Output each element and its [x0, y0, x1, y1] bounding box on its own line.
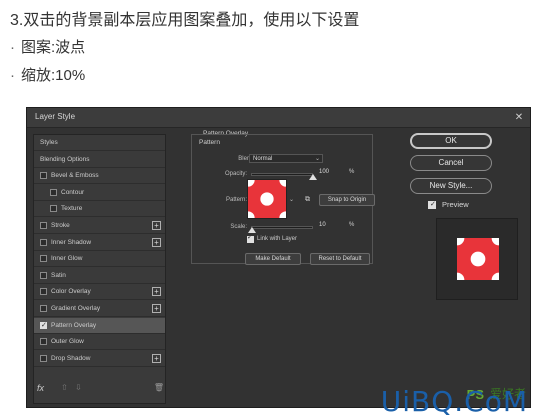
- style-item-label: Drop Shadow: [51, 354, 91, 362]
- style-item[interactable]: Texture: [34, 201, 165, 218]
- style-item-label: Stroke: [51, 222, 70, 229]
- style-item-label: Inner Shadow: [51, 238, 92, 246]
- reset-to-default-button[interactable]: Reset to Default: [310, 253, 370, 265]
- instruction-item-scale: · 缩放:10%: [10, 64, 85, 85]
- style-checkbox[interactable]: [40, 238, 47, 246]
- style-item-label: Contour: [61, 188, 85, 196]
- style-item-label: Satin: [51, 271, 66, 279]
- style-item[interactable]: Stroke +: [34, 218, 165, 234]
- style-item-label: Blending Options: [40, 155, 90, 163]
- chevron-down-icon: ⌄: [314, 156, 320, 162]
- style-checkbox[interactable]: [40, 172, 47, 180]
- style-item[interactable]: Color Overlay +: [34, 284, 165, 301]
- subgroup-title: Pattern: [199, 139, 220, 146]
- style-item[interactable]: Outer Glow: [34, 334, 165, 351]
- watermark: PS 爱好者 UiBQ.CoM: [370, 385, 540, 418]
- add-effect-icon[interactable]: +: [152, 353, 161, 363]
- style-checkbox[interactable]: [50, 205, 57, 213]
- style-checkbox[interactable]: [40, 255, 47, 263]
- style-list: Styles Blending Options Bevel & Emboss Cont…: [33, 134, 166, 404]
- style-checkbox[interactable]: [40, 338, 47, 346]
- style-checkbox[interactable]: [50, 188, 57, 196]
- snap-to-origin-button[interactable]: Snap to Origin: [319, 194, 375, 206]
- fx-icon[interactable]: fx: [37, 383, 44, 393]
- scale-input[interactable]: 10: [319, 221, 337, 230]
- style-item[interactable]: Styles: [34, 135, 165, 151]
- pattern-label: Pattern:: [225, 197, 247, 203]
- pattern-swatch[interactable]: [241, 173, 293, 225]
- style-item-label: Pattern Overlay: [51, 321, 97, 329]
- new-style-button[interactable]: New Style...: [410, 178, 492, 194]
- style-item[interactable]: Drop Shadow +: [34, 351, 165, 367]
- new-preset-icon[interactable]: ⧉: [305, 196, 310, 204]
- scale-label: Scale:: [230, 224, 247, 230]
- instruction-text: 图案:波点: [21, 39, 86, 56]
- style-item[interactable]: Blending Options: [34, 152, 165, 168]
- style-checkbox[interactable]: [40, 305, 47, 312]
- style-item[interactable]: Satin: [34, 268, 165, 284]
- watermark-brand: UiBQ.CoM: [380, 385, 528, 418]
- opacity-slider-thumb[interactable]: [309, 174, 317, 180]
- add-effect-icon[interactable]: +: [152, 304, 161, 313]
- preview-checkbox[interactable]: [428, 200, 436, 209]
- style-checkbox[interactable]: [40, 288, 47, 296]
- style-item-label: Gradient Overlay: [51, 305, 101, 312]
- style-checkbox[interactable]: [40, 271, 47, 279]
- style-item-label: Styles: [40, 139, 58, 146]
- style-checkbox[interactable]: [40, 321, 47, 329]
- pattern-thumbnail: [241, 173, 293, 225]
- move-up-icon[interactable]: ⇧: [61, 383, 68, 392]
- bullet: ·: [10, 67, 15, 84]
- link-with-layer-checkbox[interactable]: ✓: [247, 234, 254, 243]
- style-item[interactable]: Inner Glow: [34, 251, 165, 268]
- add-effect-icon[interactable]: +: [152, 237, 161, 247]
- instruction-item-pattern: · 图案:波点: [10, 36, 85, 57]
- link-with-layer-label: Link with Layer: [257, 236, 298, 242]
- add-effect-icon[interactable]: +: [152, 221, 161, 230]
- ok-button[interactable]: OK: [410, 133, 492, 149]
- make-default-button[interactable]: Make Default: [245, 253, 301, 265]
- dialog-title: Layer Style: [35, 112, 76, 121]
- opacity-slider[interactable]: [251, 173, 313, 176]
- cancel-button[interactable]: Cancel: [410, 155, 492, 171]
- style-checkbox[interactable]: [40, 222, 47, 229]
- trash-icon[interactable]: 🗑: [154, 383, 164, 392]
- style-item[interactable]: Pattern Overlay: [34, 317, 165, 334]
- style-item-label: Texture: [61, 205, 83, 213]
- scale-slider[interactable]: [251, 226, 313, 229]
- style-checkbox[interactable]: [40, 354, 47, 362]
- style-list-toolbar: fx ⇧ ⇩ 🗑: [33, 382, 166, 396]
- close-icon[interactable]: ✕: [512, 111, 526, 124]
- preview-thumbnail: [457, 238, 499, 280]
- style-item-label: Inner Glow: [51, 255, 83, 263]
- opacity-input[interactable]: 100: [319, 168, 337, 177]
- instruction-text: 缩放:10%: [21, 67, 86, 84]
- bullet: ·: [10, 39, 15, 56]
- style-item[interactable]: Inner Shadow +: [34, 235, 165, 251]
- blend-mode-value: Normal: [253, 156, 273, 162]
- move-down-icon[interactable]: ⇩: [75, 383, 82, 392]
- opacity-label: Opacity:: [224, 171, 247, 177]
- preview-box: [436, 218, 518, 300]
- opacity-unit: %: [349, 169, 355, 175]
- style-item[interactable]: Bevel & Emboss: [34, 168, 165, 185]
- dialog-titlebar: Layer Style ✕: [27, 108, 530, 128]
- style-item-label: Bevel & Emboss: [51, 172, 99, 180]
- pattern-picker-chevron-icon[interactable]: ⌄: [289, 196, 294, 203]
- style-item-label: Color Overlay: [51, 288, 91, 296]
- add-effect-icon[interactable]: +: [152, 287, 161, 297]
- style-item[interactable]: Contour: [34, 185, 165, 201]
- style-item[interactable]: Gradient Overlay +: [34, 301, 165, 317]
- style-item-label: Outer Glow: [51, 338, 84, 346]
- preview-label: Preview: [442, 200, 469, 209]
- check-icon: ✓: [247, 234, 253, 241]
- scale-unit: %: [349, 222, 355, 228]
- blend-mode-select[interactable]: Normal ⌄: [249, 154, 323, 163]
- instruction-title: 3.双击的背景副本层应用图案叠加，使用以下设置: [10, 12, 360, 29]
